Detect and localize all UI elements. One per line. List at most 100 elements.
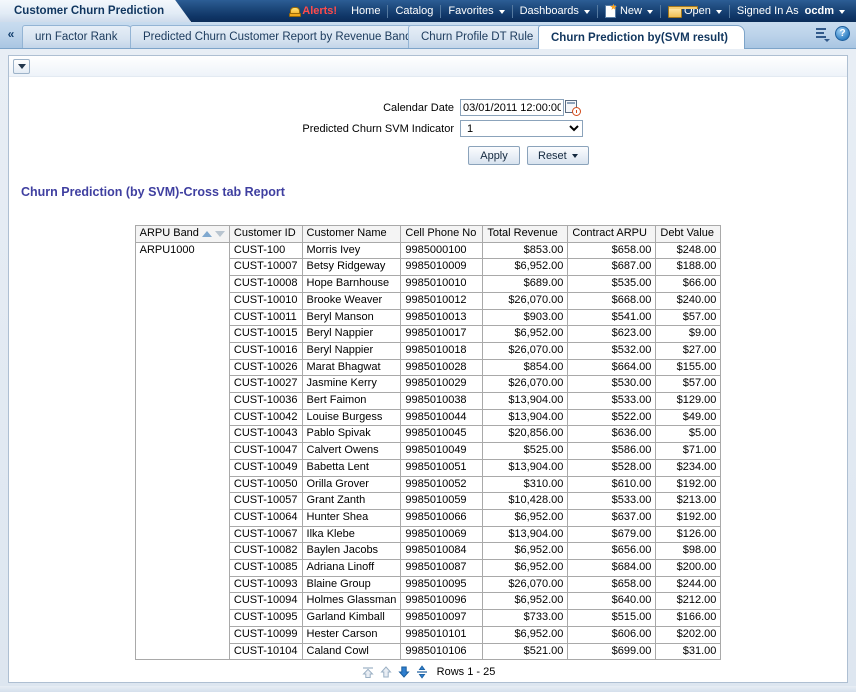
cell-customer-name: Hester Carson	[302, 626, 401, 643]
cell-contract-arpu: $541.00	[568, 309, 656, 326]
tab-churn-profile-dt-rule[interactable]: Churn Profile DT Rule	[408, 25, 550, 48]
previous-page-arrow-icon[interactable]	[379, 665, 393, 679]
cell-total-revenue: $13,904.00	[483, 393, 568, 410]
cell-total-revenue: $26,070.00	[483, 376, 568, 393]
cell-customer-name: Bert Faimon	[302, 393, 401, 410]
page-options-icon[interactable]	[814, 27, 828, 41]
tab-churn-factor-rank[interactable]: urn Factor Rank	[22, 25, 134, 48]
cell-contract-arpu: $637.00	[568, 509, 656, 526]
cell-customer-id: CUST-10104	[229, 643, 302, 660]
cell-total-revenue: $733.00	[483, 610, 568, 627]
cell-cell-phone-no: 9985010052	[401, 476, 483, 493]
cell-customer-id: CUST-10043	[229, 426, 302, 443]
column-header-debt-value[interactable]: Debt Value	[656, 226, 721, 243]
cell-cell-phone-no: 9985010018	[401, 342, 483, 359]
next-page-arrow-icon[interactable]	[397, 665, 411, 679]
column-header-contract-arpu[interactable]: Contract ARPU	[568, 226, 656, 243]
tab-label: Churn Prediction by(SVM result)	[551, 32, 728, 44]
cell-cell-phone-no: 9985010096	[401, 593, 483, 610]
cell-cell-phone-no: 9985010013	[401, 309, 483, 326]
cell-contract-arpu: $668.00	[568, 292, 656, 309]
cell-customer-name: Louise Burgess	[302, 409, 401, 426]
nav-favorites-label: Favorites	[448, 4, 493, 19]
collapse-section-button[interactable]	[13, 59, 30, 74]
pager: Rows 1 - 25	[9, 665, 847, 679]
tab-churn-prediction-svm[interactable]: Churn Prediction by(SVM result)	[538, 25, 745, 49]
cell-customer-id: CUST-10026	[229, 359, 302, 376]
cell-customer-id: CUST-10049	[229, 459, 302, 476]
help-icon[interactable]: ?	[835, 26, 850, 41]
prompt-area: Calendar Date Predicted Churn SVM Indica…	[9, 77, 847, 165]
cell-total-revenue: $310.00	[483, 476, 568, 493]
column-header-customer-name[interactable]: Customer Name	[302, 226, 401, 243]
cell-customer-name: Caland Cowl	[302, 643, 401, 660]
column-header-label: ARPU Band	[140, 226, 199, 242]
cell-customer-name: Pablo Spivak	[302, 426, 401, 443]
cell-customer-id: CUST-10093	[229, 576, 302, 593]
cell-total-revenue: $10,428.00	[483, 493, 568, 510]
nav-home[interactable]: Home	[344, 4, 387, 19]
cell-debt-value: $57.00	[656, 309, 721, 326]
cell-debt-value: $240.00	[656, 292, 721, 309]
cell-contract-arpu: $699.00	[568, 643, 656, 660]
cell-contract-arpu: $610.00	[568, 476, 656, 493]
expand-rows-arrow-icon[interactable]	[415, 665, 429, 679]
tab-scroll-left-icon[interactable]: «	[4, 26, 18, 42]
cell-total-revenue: $6,952.00	[483, 543, 568, 560]
cell-debt-value: $202.00	[656, 626, 721, 643]
panel-toolbar	[9, 56, 847, 77]
cell-contract-arpu: $636.00	[568, 426, 656, 443]
reset-button[interactable]: Reset	[527, 146, 589, 165]
cell-debt-value: $27.00	[656, 342, 721, 359]
nav-dashboards[interactable]: Dashboards	[513, 4, 597, 19]
cell-total-revenue: $6,952.00	[483, 326, 568, 343]
calendar-picker-icon[interactable]	[565, 100, 580, 115]
column-header-total-revenue[interactable]: Total Revenue	[483, 226, 568, 243]
cell-contract-arpu: $530.00	[568, 376, 656, 393]
cell-customer-id: CUST-10050	[229, 476, 302, 493]
cell-debt-value: $200.00	[656, 560, 721, 577]
cell-contract-arpu: $658.00	[568, 576, 656, 593]
cell-total-revenue: $521.00	[483, 643, 568, 660]
nav-new[interactable]: New	[598, 4, 660, 19]
cell-customer-id: CUST-10067	[229, 526, 302, 543]
cell-total-revenue: $6,952.00	[483, 626, 568, 643]
prompt-buttons: Apply Reset	[9, 146, 847, 165]
calendar-date-input[interactable]	[460, 99, 564, 116]
column-header-customer-id[interactable]: Customer ID	[229, 226, 302, 243]
global-header: Customer Churn Prediction Alerts! Home C…	[0, 0, 856, 22]
first-page-arrow-icon[interactable]	[361, 665, 375, 679]
sort-descending-icon[interactable]	[215, 231, 225, 237]
chevron-down-icon	[584, 10, 590, 14]
column-header-arpu-band[interactable]: ARPU Band	[135, 226, 229, 243]
apply-label: Apply	[480, 150, 508, 162]
cell-cell-phone-no: 9985010106	[401, 643, 483, 660]
tab-predicted-churn-customer-report[interactable]: Predicted Churn Customer Report by Reven…	[130, 25, 428, 48]
nav-favorites[interactable]: Favorites	[441, 4, 511, 19]
chevron-down-icon	[647, 10, 653, 14]
nav-open[interactable]: Open	[661, 4, 729, 19]
table-header-row: ARPU Band Customer ID Customer Name Cell…	[135, 226, 721, 243]
nav-catalog[interactable]: Catalog	[388, 4, 440, 19]
cell-debt-value: $192.00	[656, 476, 721, 493]
cell-cell-phone-no: 9985010069	[401, 526, 483, 543]
column-header-cell-phone-no[interactable]: Cell Phone No	[401, 226, 483, 243]
cell-customer-name: Hunter Shea	[302, 509, 401, 526]
cell-customer-id: CUST-10016	[229, 342, 302, 359]
churn-indicator-select[interactable]: 10	[460, 120, 583, 137]
report-panel: Calendar Date Predicted Churn SVM Indica…	[8, 55, 848, 683]
alerts-link[interactable]: Alerts!	[282, 4, 344, 19]
cell-customer-name: Adriana Linoff	[302, 560, 401, 577]
apply-button[interactable]: Apply	[468, 146, 520, 165]
cell-customer-id: CUST-10010	[229, 292, 302, 309]
cell-customer-name: Hope Barnhouse	[302, 276, 401, 293]
cell-contract-arpu: $684.00	[568, 560, 656, 577]
chevron-down-icon	[572, 154, 578, 158]
sort-ascending-icon[interactable]	[202, 231, 212, 237]
cell-debt-value: $234.00	[656, 459, 721, 476]
cell-cell-phone-no: 9985010017	[401, 326, 483, 343]
alerts-label: Alerts!	[302, 4, 337, 19]
cell-debt-value: $212.00	[656, 593, 721, 610]
signed-in-as[interactable]: Signed In As ocdm	[730, 4, 852, 19]
cell-contract-arpu: $679.00	[568, 526, 656, 543]
